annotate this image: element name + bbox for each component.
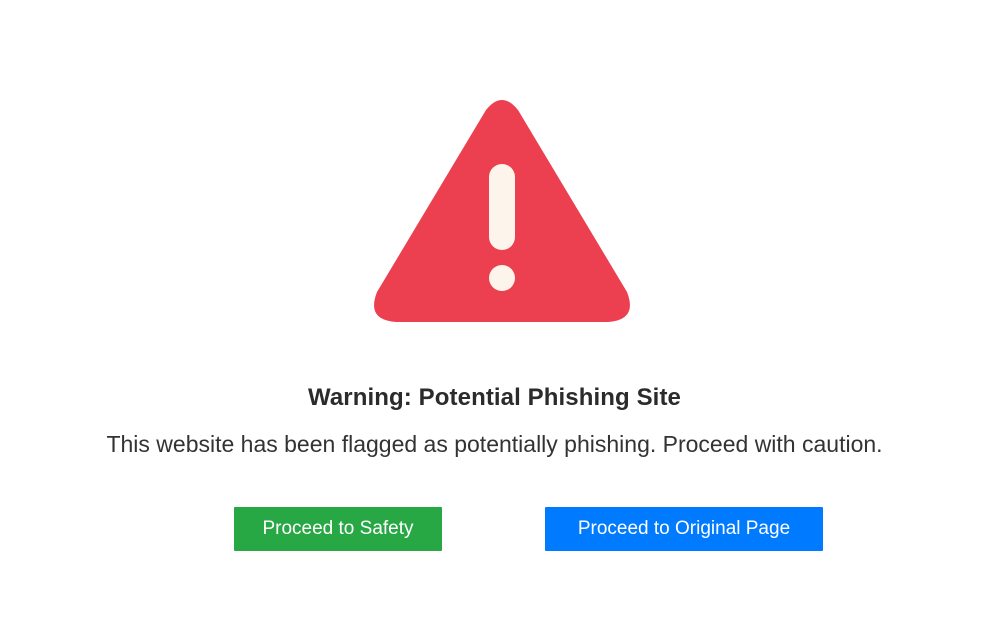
exclamation-bar bbox=[489, 164, 515, 250]
proceed-to-original-page-button[interactable]: Proceed to Original Page bbox=[545, 507, 823, 551]
warning-title: Warning: Potential Phishing Site bbox=[308, 384, 681, 411]
proceed-to-safety-button[interactable]: Proceed to Safety bbox=[234, 507, 442, 551]
warning-triangle-icon bbox=[374, 100, 630, 322]
warning-message: This website has been flagged as potenti… bbox=[106, 431, 883, 457]
exclamation-dot bbox=[489, 265, 515, 291]
phishing-warning-page: Warning: Potential Phishing Site This we… bbox=[0, 0, 989, 627]
